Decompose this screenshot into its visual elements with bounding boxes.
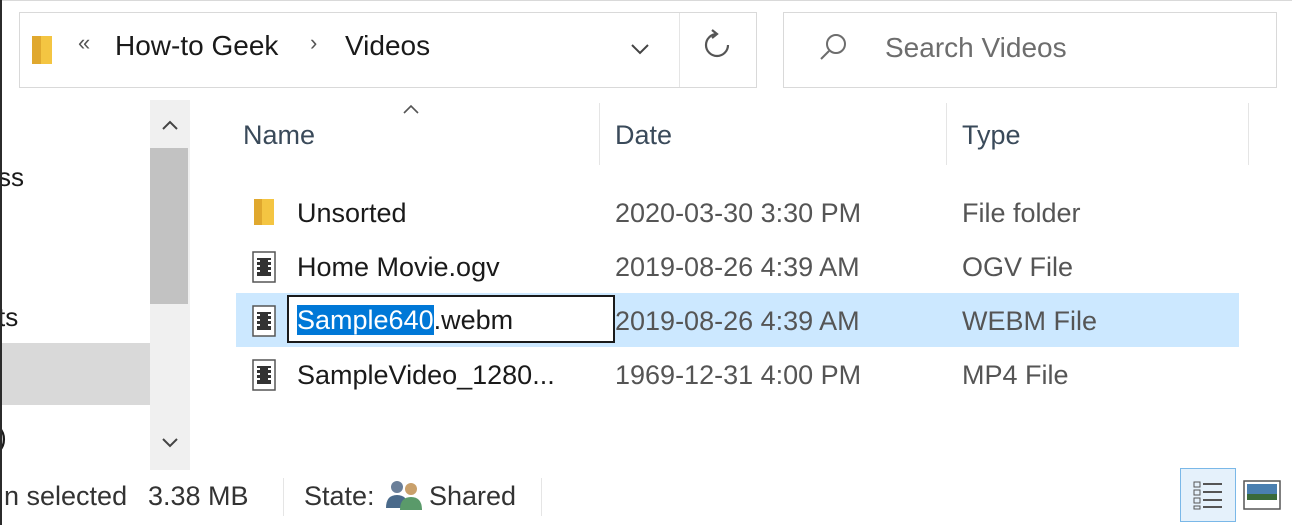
large-icons-view-icon[interactable] [1243,480,1281,515]
video-file-icon [252,359,276,396]
file-name[interactable]: Home Movie.ogv [297,252,500,283]
window-top-edge [0,0,1292,1]
file-type: File folder [962,198,1081,228]
rename-selected-text: Sample640 [297,305,434,335]
file-name[interactable]: SampleVideo_1280... [297,360,555,391]
file-date: 2020-03-30 3:30 PM [615,198,862,228]
search-input[interactable]: Search Videos [885,32,1067,64]
breadcrumb-separator[interactable]: › [310,30,317,56]
refresh-icon[interactable] [700,28,734,70]
folder-icon [252,197,276,232]
rename-extension: .webm [433,305,514,335]
column-divider[interactable] [1248,103,1249,165]
status-divider [283,478,284,516]
nav-item-partial[interactable]: ts [0,302,18,333]
sort-ascending-icon [402,98,420,121]
window-left-edge [0,0,2,525]
column-divider[interactable] [599,103,600,165]
scroll-down-icon[interactable] [160,430,180,456]
folder-icon [30,34,54,71]
status-state-label: State: [304,481,375,511]
chevron-down-icon[interactable] [627,36,653,67]
breadcrumb-videos[interactable]: Videos [345,30,430,62]
file-date: 2019-08-26 4:39 AM [615,252,860,282]
details-view-button[interactable] [1180,468,1236,522]
nav-item-selected[interactable] [0,343,150,405]
video-file-icon [252,251,276,288]
file-date: 2019-08-26 4:39 AM [615,306,860,336]
file-type: MP4 File [962,360,1069,390]
file-type: OGV File [962,252,1074,282]
status-divider [541,478,542,516]
column-divider[interactable] [946,103,947,165]
status-selected-count: n selected [4,481,128,511]
breadcrumb-overflow-chevron[interactable]: « [78,30,90,56]
column-header-date[interactable]: Date [615,120,672,151]
video-file-icon [252,305,276,342]
status-size: 3.38 MB [148,481,249,511]
address-divider [679,13,680,87]
column-header-name[interactable]: Name [243,120,315,151]
nav-scrollbar-thumb[interactable] [150,148,188,304]
rename-text: Sample640.webm [297,305,513,336]
scroll-up-icon[interactable] [160,112,180,138]
shared-users-icon [384,478,424,517]
file-date: 1969-12-31 4:00 PM [615,360,862,390]
column-header-type[interactable]: Type [962,120,1021,151]
file-name[interactable]: Unsorted [297,198,407,229]
rename-input[interactable]: Sample640.webm [287,295,615,343]
search-icon [818,32,848,67]
details-view-icon [1193,480,1223,515]
breadcrumb-how-to-geek[interactable]: How-to Geek [115,30,278,62]
status-state-value: Shared [429,481,517,511]
nav-item-partial[interactable]: ss [0,162,24,193]
file-type: WEBM File [962,306,1097,336]
